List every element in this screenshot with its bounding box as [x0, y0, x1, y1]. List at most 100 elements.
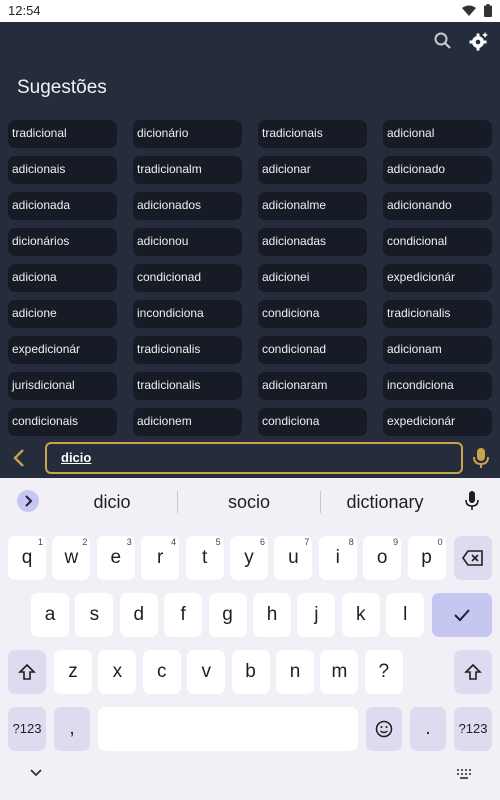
key-q[interactable]: q1 — [8, 536, 46, 580]
suggestion-chip[interactable]: dicionários — [8, 228, 117, 256]
key-a[interactable]: a — [31, 593, 69, 637]
key-l[interactable]: l — [386, 593, 425, 637]
suggestion-chip[interactable]: tradicionalis — [383, 300, 492, 328]
suggestion-chip[interactable]: dicionário — [133, 120, 242, 148]
suggestion-chip[interactable]: incondiciona — [133, 300, 242, 328]
key-e[interactable]: e3 — [96, 536, 135, 580]
key-hint: 5 — [215, 537, 221, 547]
shift-key-right[interactable] — [454, 650, 492, 694]
key-hint: 9 — [393, 537, 399, 547]
key-d[interactable]: d — [119, 593, 158, 637]
suggestion-chip[interactable]: adicionou — [133, 228, 242, 256]
key-x[interactable]: x — [98, 650, 137, 694]
key-k[interactable]: k — [341, 593, 380, 637]
suggestion-chip[interactable]: tradicionalm — [133, 156, 242, 184]
search-icon[interactable] — [432, 30, 454, 52]
suggestion-chip[interactable]: adicionei — [258, 264, 367, 292]
mic-icon[interactable] — [472, 446, 490, 470]
suggestion-chip[interactable]: adicionado — [383, 156, 492, 184]
key-h[interactable]: h — [253, 593, 291, 637]
key-question[interactable]: ? — [364, 650, 403, 694]
keyboard-suggestion-1[interactable]: dicio — [62, 492, 162, 513]
page-title: Sugestões — [17, 77, 107, 98]
period-key[interactable]: . — [410, 707, 446, 751]
emoji-key[interactable] — [366, 707, 402, 751]
key-label: a — [44, 604, 56, 625]
suggestion-chip[interactable]: condicionad — [133, 264, 242, 292]
search-input[interactable]: dicio — [45, 442, 463, 474]
suggestion-chip[interactable]: tradicionalis — [133, 336, 242, 364]
suggestion-chip[interactable]: expedicionár — [383, 408, 492, 436]
key-label: e — [110, 547, 122, 568]
key-r[interactable]: r4 — [141, 536, 180, 580]
backspace-key[interactable] — [454, 536, 492, 580]
suggestion-chip[interactable]: adicionar — [258, 156, 367, 184]
key-m[interactable]: m — [320, 650, 359, 694]
suggestion-chip[interactable]: adicionaram — [258, 372, 367, 400]
suggestion-chip[interactable]: expedicionár — [383, 264, 492, 292]
suggestion-chip[interactable]: adiciona — [8, 264, 117, 292]
suggestion-chip[interactable]: tradicionais — [258, 120, 367, 148]
space-key[interactable] — [98, 707, 358, 751]
suggestion-chip[interactable]: adicional — [383, 120, 492, 148]
key-label: w — [64, 547, 79, 568]
suggestion-chip[interactable]: adicionadas — [258, 228, 367, 256]
key-p[interactable]: p0 — [407, 536, 446, 580]
suggestion-chip[interactable]: tradicional — [8, 120, 117, 148]
keyboard-suggestion-2[interactable]: socio — [199, 492, 299, 513]
suggestion-chip[interactable]: adicionais — [8, 156, 117, 184]
status-icons — [462, 4, 492, 17]
key-label: b — [245, 661, 256, 682]
suggestion-chip[interactable]: adicionalme — [258, 192, 367, 220]
suggestion-chip[interactable]: condicional — [383, 228, 492, 256]
enter-key[interactable] — [432, 593, 492, 637]
settings-gear-icon[interactable] — [468, 30, 490, 52]
suggestion-chip[interactable]: adicione — [8, 300, 117, 328]
shift-key-left[interactable] — [8, 650, 46, 694]
key-o[interactable]: o9 — [363, 536, 402, 580]
back-arrow-icon[interactable] — [8, 446, 30, 470]
symbols-key-right[interactable]: ?123 — [454, 707, 492, 751]
suggestion-chip[interactable]: tradicionalis — [133, 372, 242, 400]
keyboard-suggestion-3[interactable]: dictionary — [330, 492, 440, 513]
suggestion-chip[interactable]: adicionada — [8, 192, 117, 220]
key-t[interactable]: t5 — [185, 536, 224, 580]
suggestion-chip[interactable]: condiciona — [258, 300, 367, 328]
suggestion-chip[interactable]: condicionais — [8, 408, 117, 436]
key-label: t — [201, 547, 208, 568]
keyboard-switch-icon[interactable] — [456, 768, 472, 780]
key-j[interactable]: j — [297, 593, 336, 637]
key-y[interactable]: y6 — [230, 536, 268, 580]
suggestion-chip[interactable]: adicionando — [383, 192, 492, 220]
comma-key[interactable]: , — [54, 707, 90, 751]
suggestion-chip[interactable]: condiciona — [258, 408, 367, 436]
key-z[interactable]: z — [54, 650, 92, 694]
symbols-key[interactable]: ?123 — [8, 707, 46, 751]
key-n[interactable]: n — [276, 650, 314, 694]
key-f[interactable]: f — [164, 593, 203, 637]
key-w[interactable]: w2 — [52, 536, 91, 580]
wifi-icon — [462, 5, 476, 16]
key-label: c — [157, 661, 167, 682]
suggestion-chip[interactable]: adicionados — [133, 192, 242, 220]
key-s[interactable]: s — [75, 593, 114, 637]
divider — [320, 491, 321, 513]
suggestion-chip[interactable]: jurisdicional — [8, 372, 117, 400]
suggestion-chip[interactable]: adicionam — [383, 336, 492, 364]
key-u[interactable]: u7 — [274, 536, 313, 580]
hide-keyboard-chevron-icon[interactable] — [29, 768, 43, 778]
key-i[interactable]: i8 — [318, 536, 357, 580]
suggestion-chip[interactable]: incondiciona — [383, 372, 492, 400]
suggestion-chip[interactable]: adicionem — [133, 408, 242, 436]
voice-input-icon[interactable] — [464, 490, 480, 512]
key-v[interactable]: v — [187, 650, 226, 694]
suggestion-chip[interactable]: condicionad — [258, 336, 367, 364]
key-g[interactable]: g — [208, 593, 247, 637]
chevron-right-icon — [25, 495, 33, 507]
key-b[interactable]: b — [231, 650, 270, 694]
key-hint: 6 — [259, 537, 265, 547]
expand-toolbar-button[interactable] — [17, 490, 39, 512]
key-label: z — [68, 661, 78, 682]
key-c[interactable]: c — [142, 650, 181, 694]
suggestion-chip[interactable]: expedicionár — [8, 336, 117, 364]
